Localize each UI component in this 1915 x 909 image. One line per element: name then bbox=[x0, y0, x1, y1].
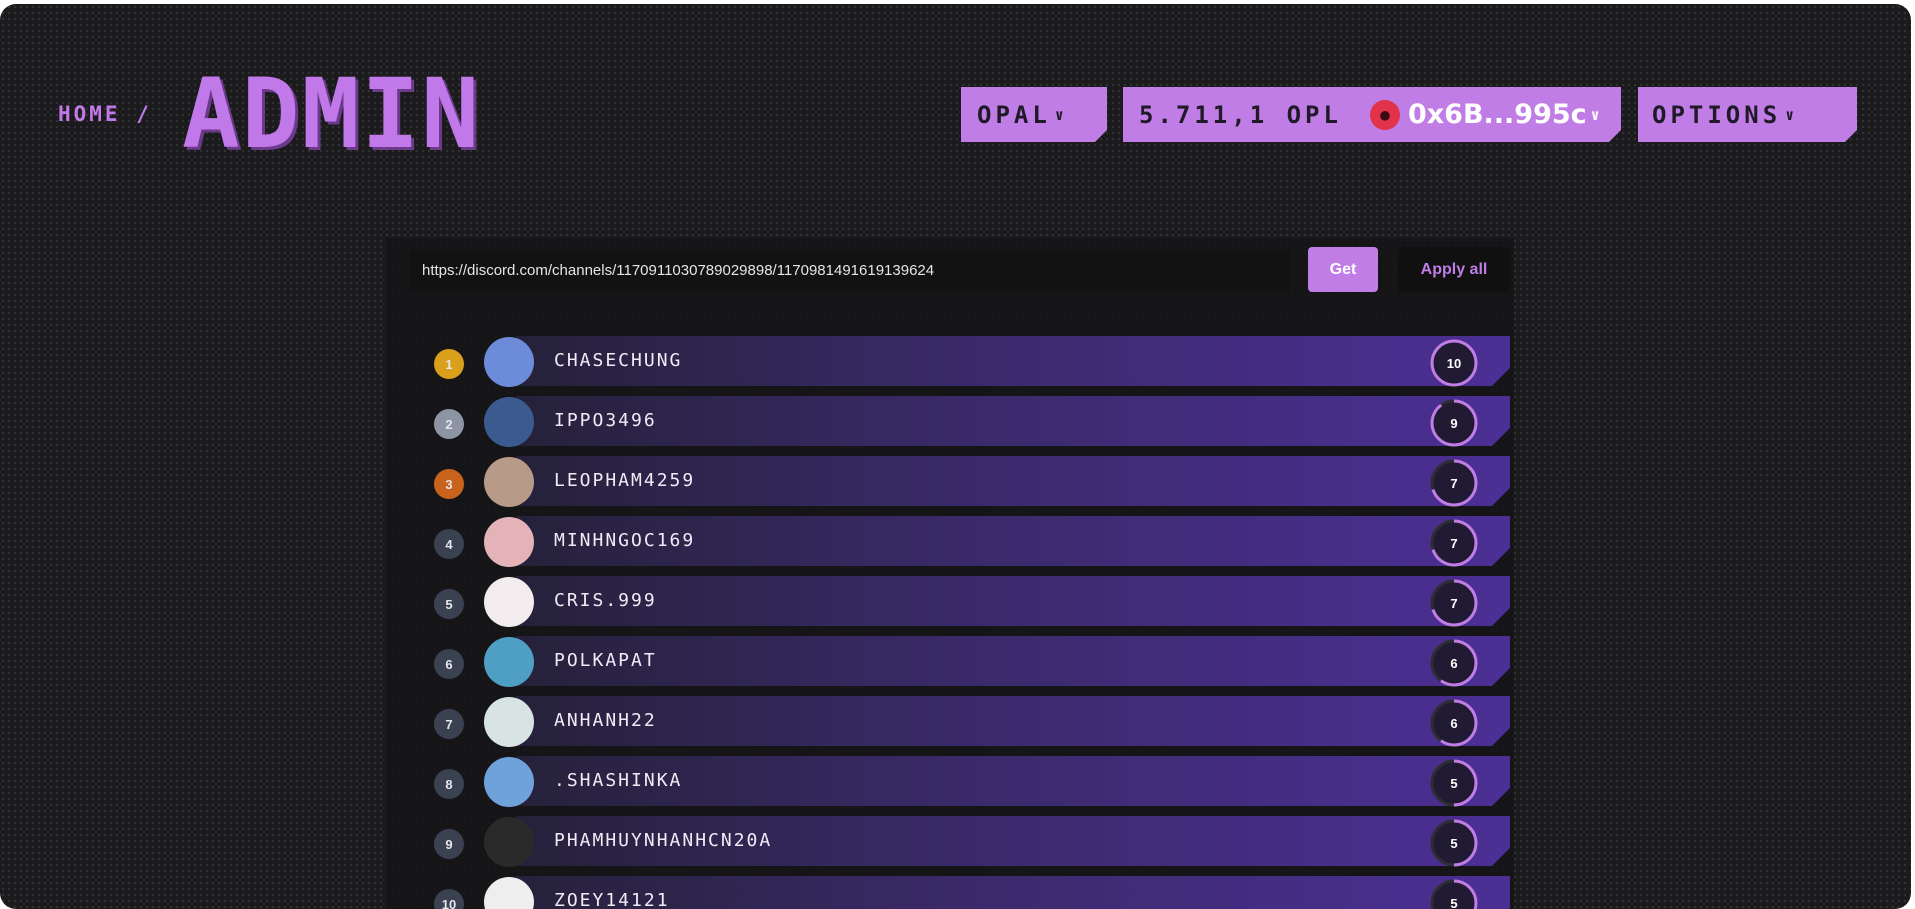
chevron-down-icon: ∨ bbox=[1785, 105, 1795, 124]
breadcrumb-home[interactable]: HOME / bbox=[58, 102, 152, 126]
username: CRIS.999 bbox=[554, 590, 657, 611]
score-value: 6 bbox=[1450, 655, 1458, 671]
get-button[interactable]: Get bbox=[1308, 247, 1378, 292]
username: MINHNGOC169 bbox=[554, 530, 696, 551]
rank-badge: 10 bbox=[434, 889, 464, 909]
leaderboard-list: 1 CHASECHUNG 10 2 IPPO3496 9 3 LEOPHAM4259 7 4 MIN… bbox=[386, 332, 1514, 909]
score-ring: 5 bbox=[1428, 817, 1480, 869]
username: PHAMHUYNHANHCN20A bbox=[554, 830, 773, 851]
leaderboard-row[interactable]: 1 CHASECHUNG 10 bbox=[386, 332, 1514, 392]
admin-panel: Get Apply all 1 CHASECHUNG 10 2 IPPO3496 9 3 LE… bbox=[386, 238, 1514, 909]
player-avatar bbox=[484, 397, 534, 447]
rank-badge: 3 bbox=[434, 469, 464, 499]
balance-label: 5.711,1 OPL bbox=[1139, 100, 1342, 129]
score-value: 9 bbox=[1450, 415, 1458, 431]
rank-badge: 8 bbox=[434, 769, 464, 799]
score-value: 5 bbox=[1450, 775, 1458, 791]
score-value: 5 bbox=[1450, 835, 1458, 851]
photo-avatar bbox=[484, 457, 534, 507]
leaderboard-row[interactable]: 10 ZOEY14121 5 bbox=[386, 872, 1514, 909]
apply-all-button[interactable]: Apply all bbox=[1398, 247, 1510, 292]
photo-avatar bbox=[484, 517, 534, 567]
page-title: ADMIN bbox=[182, 58, 481, 170]
chevron-down-icon: ∨ bbox=[1054, 105, 1064, 124]
leaderboard-row[interactable]: 9 PHAMHUYNHANHCN20A 5 bbox=[386, 812, 1514, 872]
score-value: 5 bbox=[1450, 895, 1458, 909]
score-ring: 7 bbox=[1428, 577, 1480, 629]
score-value: 10 bbox=[1446, 355, 1462, 371]
network-selector[interactable]: OPAL ∨ bbox=[961, 87, 1107, 142]
rank-badge: 2 bbox=[434, 409, 464, 439]
score-ring: 6 bbox=[1428, 637, 1480, 689]
wallet-menu[interactable]: 5.711,1 OPL ● 0x6B...995c ∨ bbox=[1123, 87, 1621, 142]
app-frame: HOME / ADMIN OPAL ∨ 5.711,1 OPL ● 0x6B..… bbox=[0, 4, 1911, 909]
score-ring: 10 bbox=[1428, 337, 1480, 389]
username: IPPO3496 bbox=[554, 410, 657, 431]
row-bar bbox=[516, 396, 1510, 446]
score-ring: 7 bbox=[1428, 517, 1480, 569]
network-label: OPAL bbox=[977, 100, 1051, 129]
username: POLKAPAT bbox=[554, 650, 657, 671]
options-menu[interactable]: OPTIONS ∨ bbox=[1638, 87, 1857, 142]
wallet-avatar-icon: ● bbox=[1370, 100, 1400, 130]
score-value: 6 bbox=[1450, 715, 1458, 731]
username: ZOEY14121 bbox=[554, 890, 670, 909]
leaderboard-row[interactable]: 6 POLKAPAT 6 bbox=[386, 632, 1514, 692]
rank-badge: 9 bbox=[434, 829, 464, 859]
leaderboard-row[interactable]: 8 .SHASHINKA 5 bbox=[386, 752, 1514, 812]
cartoon-avatar bbox=[484, 757, 534, 807]
rank-badge: 6 bbox=[434, 649, 464, 679]
row-bar bbox=[516, 696, 1510, 746]
leaderboard-row[interactable]: 5 CRIS.999 7 bbox=[386, 572, 1514, 632]
leaderboard-row[interactable]: 7 ANHANH22 6 bbox=[386, 692, 1514, 752]
score-ring: 5 bbox=[1428, 877, 1480, 909]
rank-badge: 1 bbox=[434, 349, 464, 379]
score-ring: 7 bbox=[1428, 457, 1480, 509]
score-value: 7 bbox=[1450, 475, 1458, 491]
row-bar bbox=[516, 636, 1510, 686]
wallet-address: 0x6B...995c bbox=[1407, 99, 1587, 130]
score-ring: 6 bbox=[1428, 697, 1480, 749]
leaderboard-row[interactable]: 3 LEOPHAM4259 7 bbox=[386, 452, 1514, 512]
discord-url-input[interactable] bbox=[410, 250, 1290, 290]
username: LEOPHAM4259 bbox=[554, 470, 696, 491]
santa-avatar bbox=[484, 577, 534, 627]
rank-badge: 4 bbox=[434, 529, 464, 559]
username: CHASECHUNG bbox=[554, 350, 683, 371]
starfish-avatar bbox=[484, 637, 534, 687]
score-ring: 9 bbox=[1428, 397, 1480, 449]
username: ANHANH22 bbox=[554, 710, 657, 731]
score-value: 7 bbox=[1450, 595, 1458, 611]
leaderboard-row[interactable]: 4 MINHNGOC169 7 bbox=[386, 512, 1514, 572]
photo-avatar bbox=[484, 817, 534, 867]
row-bar bbox=[516, 576, 1510, 626]
leaderboard-row[interactable]: 2 IPPO3496 9 bbox=[386, 392, 1514, 452]
rank-badge: 5 bbox=[434, 589, 464, 619]
chevron-down-icon: ∨ bbox=[1590, 105, 1600, 124]
robot-avatar bbox=[484, 337, 534, 387]
username: .SHASHINKA bbox=[554, 770, 683, 791]
rank-badge: 7 bbox=[434, 709, 464, 739]
sketch-avatar bbox=[484, 697, 534, 747]
options-label: OPTIONS bbox=[1652, 100, 1782, 129]
score-ring: 5 bbox=[1428, 757, 1480, 809]
score-value: 7 bbox=[1450, 535, 1458, 551]
